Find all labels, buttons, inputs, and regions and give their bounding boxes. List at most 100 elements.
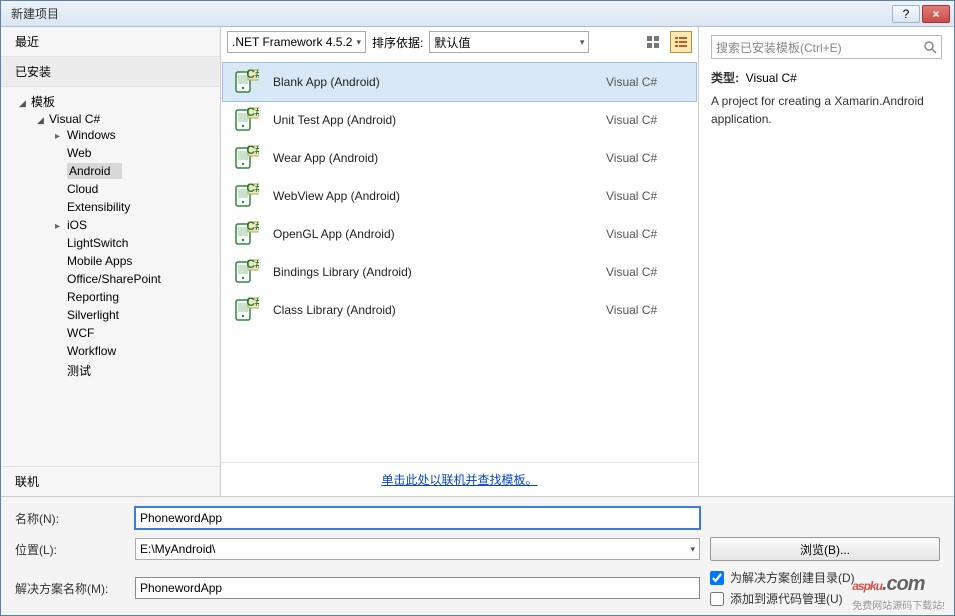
svg-text:C#: C# — [246, 107, 259, 119]
template-tree: 模板 Visual C# Windows Web Android Cloud E… — [1, 91, 220, 385]
name-input[interactable] — [135, 507, 700, 529]
svg-text:C#: C# — [246, 145, 259, 157]
help-button[interactable]: ? — [892, 5, 920, 23]
template-name: WebView App (Android) — [273, 189, 592, 203]
svg-text:C#: C# — [246, 297, 259, 309]
search-placeholder: 搜索已安装模板(Ctrl+E) — [716, 39, 923, 56]
framework-combo[interactable]: .NET Framework 4.5.2 ▾ — [227, 31, 366, 53]
browse-button[interactable]: 浏览(B)... — [710, 537, 940, 561]
template-row[interactable]: C# Class Library (Android) Visual C# — [223, 291, 696, 329]
sidebar-online-label: 联机 — [15, 473, 39, 490]
sort-combo-value: 默认值 — [434, 34, 470, 51]
sidebar-section-online[interactable]: 联机 — [1, 467, 220, 496]
template-name: Unit Test App (Android) — [273, 113, 592, 127]
tree-item-windows[interactable]: Windows — [37, 126, 220, 144]
tree-item-wcf[interactable]: WCF — [37, 324, 220, 342]
create-directory-check-input[interactable] — [710, 571, 724, 585]
template-lang: Visual C# — [606, 75, 686, 89]
solution-name-label: 解决方案名称(M): — [15, 580, 135, 597]
tree-item-web[interactable]: Web — [37, 144, 220, 162]
chevron-down-icon — [19, 95, 31, 109]
template-icon: C# — [233, 221, 259, 247]
toolbar: .NET Framework 4.5.2 ▾ 排序依据: 默认值 ▾ — [221, 27, 698, 57]
tree-item-ios[interactable]: iOS — [37, 216, 220, 234]
template-icon: C# — [233, 183, 259, 209]
online-search-link[interactable]: 单击此处以联机并查找模板。 — [381, 473, 537, 487]
tree-item-reporting[interactable]: Reporting — [37, 288, 220, 306]
template-icon: C# — [233, 259, 259, 285]
sort-label: 排序依据: — [372, 34, 423, 51]
template-row[interactable]: C# Unit Test App (Android) Visual C# — [223, 101, 696, 139]
window-title: 新建项目 — [5, 5, 890, 22]
chevron-down-icon: ▾ — [690, 544, 695, 555]
framework-combo-value: .NET Framework 4.5.2 — [232, 35, 352, 49]
bottom-form: 名称(N): 位置(L): E:\MyAndroid\ ▾ 浏览(B)... 解… — [1, 496, 954, 615]
tree-item-cloud[interactable]: Cloud — [37, 180, 220, 198]
svg-text:C#: C# — [246, 259, 259, 271]
template-lang: Visual C# — [606, 265, 686, 279]
chevron-right-icon — [55, 218, 67, 232]
template-panel: .NET Framework 4.5.2 ▾ 排序依据: 默认值 ▾ C# Bla… — [221, 27, 699, 496]
detail-panel: 搜索已安装模板(Ctrl+E) 类型: Visual C# A project … — [699, 27, 954, 496]
tree-item-test[interactable]: 测试 — [37, 360, 220, 381]
view-medium-icons-button[interactable] — [642, 31, 664, 53]
template-name: Class Library (Android) — [273, 303, 592, 317]
template-icon: C# — [233, 145, 259, 171]
name-label: 名称(N): — [15, 510, 135, 527]
template-row[interactable]: C# OpenGL App (Android) Visual C# — [223, 215, 696, 253]
svg-text:C#: C# — [246, 69, 259, 81]
sidebar-recent-label: 最近 — [15, 33, 39, 50]
template-row[interactable]: C#Wear App (Android)Visual C# — [223, 139, 696, 177]
chevron-down-icon: ▾ — [356, 37, 361, 48]
template-lang: Visual C# — [606, 303, 686, 317]
svg-text:C#: C# — [246, 183, 259, 195]
sidebar-section-recent[interactable]: 最近 — [1, 27, 220, 56]
template-row[interactable]: C# Blank App (Android) Visual C# — [223, 63, 696, 101]
list-icon — [674, 35, 688, 49]
create-directory-checkbox[interactable]: 为解决方案创建目录(D) — [710, 569, 940, 586]
template-name: Blank App (Android) — [273, 75, 592, 89]
solution-name-input[interactable] — [135, 577, 700, 599]
tree-item-office-sharepoint[interactable]: Office/SharePoint — [37, 270, 220, 288]
template-icon: C# — [233, 297, 259, 323]
location-combo[interactable]: E:\MyAndroid\ ▾ — [135, 538, 700, 560]
template-name: Bindings Library (Android) — [273, 265, 592, 279]
template-lang: Visual C# — [606, 113, 686, 127]
location-value: E:\MyAndroid\ — [140, 542, 686, 556]
tree-item-mobile-apps[interactable]: Mobile Apps — [37, 252, 220, 270]
template-row[interactable]: C# WebView App (Android) Visual C# — [223, 177, 696, 215]
add-to-scm-check-input[interactable] — [710, 592, 724, 606]
titlebar: 新建项目 ? × — [1, 1, 954, 27]
sidebar: 最近 已安装 模板 Visual C# Windows Web — [1, 27, 221, 496]
detail-type: 类型: Visual C# — [711, 69, 942, 86]
template-icon: C# — [233, 69, 259, 95]
template-name: OpenGL App (Android) — [273, 227, 592, 241]
tree-item-android[interactable]: Android — [37, 162, 220, 180]
tree-item-visual-csharp[interactable]: Visual C# Windows Web Android Cloud Exte… — [19, 110, 220, 383]
search-input[interactable]: 搜索已安装模板(Ctrl+E) — [711, 35, 942, 59]
template-list: C# Blank App (Android) Visual C# C# Unit Tes… — [221, 57, 698, 462]
tree-item-extensibility[interactable]: Extensibility — [37, 198, 220, 216]
grid-icon — [646, 35, 660, 49]
sidebar-section-installed[interactable]: 已安装 — [1, 56, 220, 87]
template-lang: Visual C# — [606, 227, 686, 241]
chevron-down-icon: ▾ — [580, 37, 585, 48]
template-lang: Visual C# — [606, 151, 686, 165]
chevron-right-icon — [55, 128, 67, 142]
chevron-down-icon — [37, 112, 49, 126]
tree-item-workflow[interactable]: Workflow — [37, 342, 220, 360]
add-to-scm-checkbox[interactable]: 添加到源代码管理(U) — [710, 590, 940, 607]
close-button[interactable]: × — [922, 5, 950, 23]
view-details-button[interactable] — [670, 31, 692, 53]
search-icon — [923, 40, 937, 54]
online-search-hint: 单击此处以联机并查找模板。 — [221, 462, 698, 496]
location-label: 位置(L): — [15, 541, 135, 558]
tree-item-lightswitch[interactable]: LightSwitch — [37, 234, 220, 252]
template-row[interactable]: C# Bindings Library (Android) Visual C# — [223, 253, 696, 291]
detail-description: A project for creating a Xamarin.Android… — [711, 92, 942, 128]
sidebar-installed-label: 已安装 — [15, 63, 51, 80]
template-lang: Visual C# — [606, 189, 686, 203]
sort-combo[interactable]: 默认值 ▾ — [429, 31, 589, 53]
tree-item-silverlight[interactable]: Silverlight — [37, 306, 220, 324]
tree-item-templates[interactable]: 模板 Visual C# Windows Web Android Cloud E… — [1, 91, 220, 385]
